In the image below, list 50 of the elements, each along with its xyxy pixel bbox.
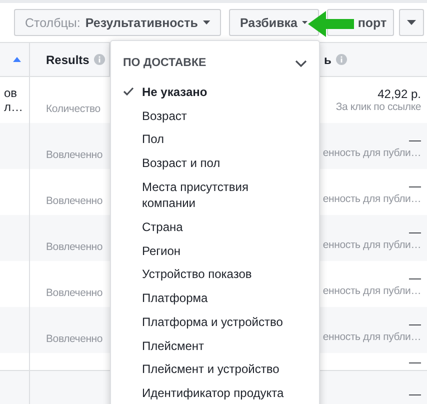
menu-item[interactable]: Платформа [123,286,307,310]
table-cell-text: л… [4,100,24,114]
sort-ascending-icon[interactable] [12,57,20,62]
table-cell: — [409,179,421,193]
menu-item[interactable]: Плейсмент и устройство [123,358,307,382]
menu-item[interactable]: Идентификатор продукта [123,381,307,404]
pointer-arrow [308,9,354,39]
menu-item[interactable]: Места присутствия компании [123,175,307,215]
table-cell: енность для публи… [322,239,421,251]
table-cell: енность для публи… [322,285,421,297]
table-cell: — [409,225,421,239]
breakdown-button[interactable]: Разбивка [229,9,319,36]
table-cell: 42,92 р. [378,87,421,101]
check-icon [123,87,134,96]
caret-icon [406,20,416,25]
menu-item[interactable]: Возраст и пол [123,151,307,176]
table-cell: — [409,133,421,147]
menu-item[interactable]: Регион [123,238,307,262]
dropdown-button[interactable] [398,9,424,36]
menu-item[interactable]: Страна [123,214,307,239]
column-header[interactable]: Results [46,52,90,66]
section-title: ПО ДОСТАВКЕ [123,57,206,69]
table-cell: — [409,271,421,285]
table-cell: енность для публи… [322,193,421,205]
info-icon[interactable] [336,54,348,65]
chevron-icon[interactable] [295,60,307,66]
table-cell: Вовлеченно [46,241,103,253]
table-cell-text: ов [4,86,18,100]
table-cell: За клик по ссылке [336,101,421,113]
table-cell: — [409,354,421,368]
menu-item[interactable]: Платформа и устройство [123,310,307,334]
table-cell: Вовлеченно [46,195,103,207]
menu-item[interactable]: Не указано [123,80,307,104]
table-cell: Вовлеченно [46,149,103,161]
columns-button[interactable]: Столбцы: Результативность [14,9,221,36]
menu-item[interactable]: Возраст [123,104,307,128]
info-icon[interactable] [94,54,106,65]
table-cell: Вовлеченно [46,287,103,299]
table-cell: Количество [46,103,100,115]
table-cell: Вовлеченно [46,333,103,345]
table-cell: енность для публи… [322,147,421,159]
menu-item[interactable]: Устройство показов [123,262,307,286]
menu-item[interactable]: Пол [123,128,307,152]
column-header[interactable]: ь [324,52,332,66]
table-cell: — [409,317,421,331]
caret-icon [302,20,308,25]
caret-icon [202,20,210,25]
table-cell: енность для публи… [322,331,421,343]
menu-item[interactable]: Плейсмент [123,334,307,358]
table-cell: — [409,387,421,401]
